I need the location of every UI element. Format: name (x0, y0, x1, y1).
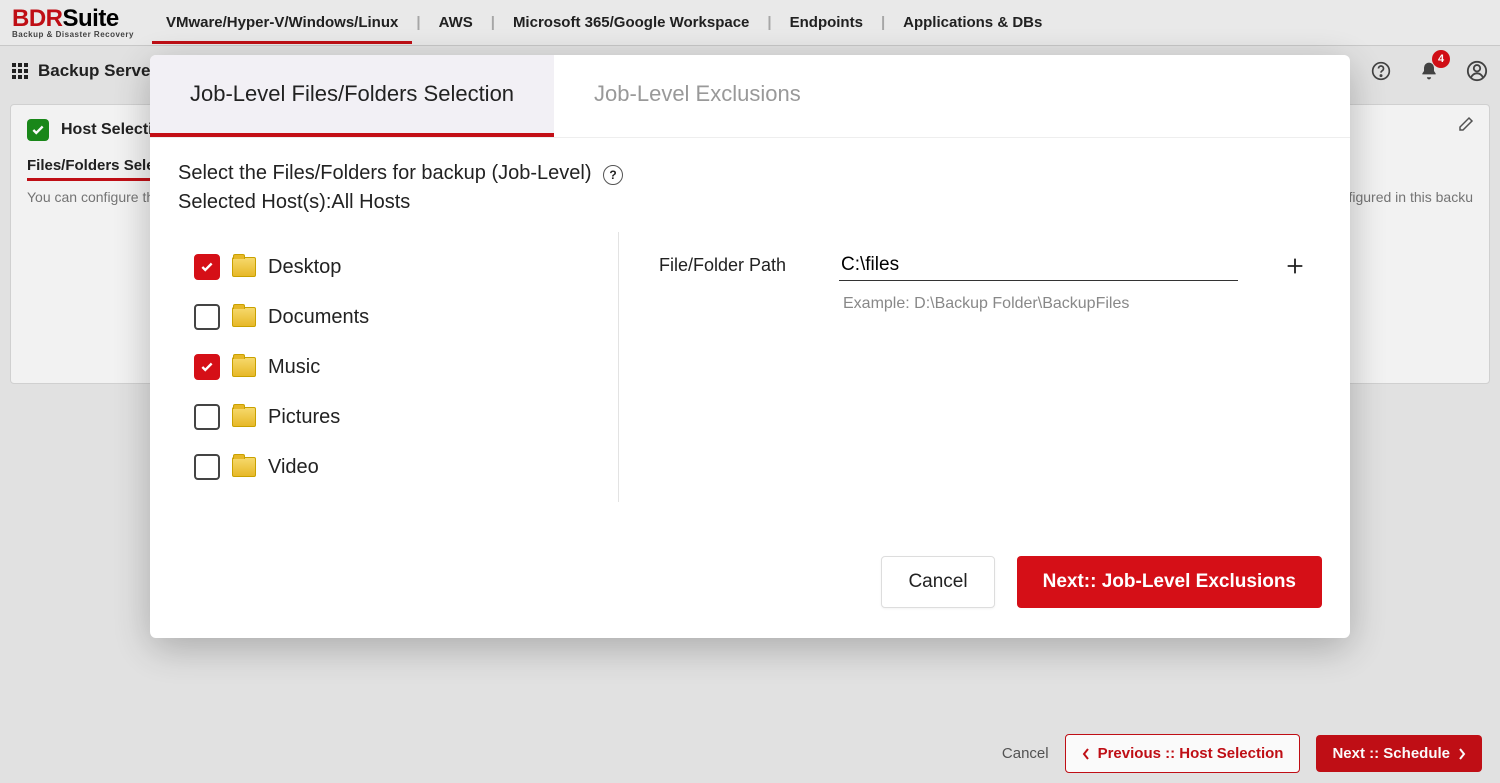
files-folders-modal: Job-Level Files/Folders Selection Job-Le… (150, 55, 1350, 638)
folder-item-pictures[interactable]: Pictures (178, 392, 618, 442)
folder-label: Desktop (268, 256, 341, 279)
checkbox-video[interactable] (194, 454, 220, 480)
selected-hosts-value: All Hosts (331, 191, 410, 213)
folder-icon (232, 257, 256, 277)
tab-selection[interactable]: Job-Level Files/Folders Selection (150, 55, 554, 137)
folder-icon (232, 357, 256, 377)
folder-label: Pictures (268, 406, 340, 429)
folder-label: Music (268, 356, 320, 379)
help-tooltip-icon[interactable]: ? (603, 165, 623, 185)
modal-heading-text: Select the Files/Folders for backup (Job… (178, 162, 592, 184)
modal-cancel-button[interactable]: Cancel (881, 556, 994, 608)
modal-footer: Cancel Next:: Job-Level Exclusions (150, 526, 1350, 638)
path-input[interactable] (839, 250, 1238, 281)
selected-hosts: Selected Host(s):All Hosts (178, 191, 1322, 214)
checkbox-documents[interactable] (194, 304, 220, 330)
checkbox-desktop[interactable] (194, 254, 220, 280)
modal-heading: Select the Files/Folders for backup (Job… (178, 162, 1322, 185)
folder-item-video[interactable]: Video (178, 442, 618, 492)
folder-item-music[interactable]: Music (178, 342, 618, 392)
tab-exclusions[interactable]: Job-Level Exclusions (554, 55, 841, 137)
folder-item-documents[interactable]: Documents (178, 292, 618, 342)
folder-icon (232, 407, 256, 427)
modal-next-button[interactable]: Next:: Job-Level Exclusions (1017, 556, 1322, 608)
path-example: Example: D:\Backup Folder\BackupFiles (843, 295, 1312, 313)
folder-list: Desktop Documents Music Pictures Video (178, 232, 619, 502)
selected-hosts-label: Selected Host(s): (178, 191, 331, 213)
modal-overlay: Job-Level Files/Folders Selection Job-Le… (0, 0, 1500, 783)
folder-item-desktop[interactable]: Desktop (178, 242, 618, 292)
modal-tabs: Job-Level Files/Folders Selection Job-Le… (150, 55, 1350, 138)
folder-label: Video (268, 456, 319, 479)
folder-label: Documents (268, 306, 369, 329)
add-path-button[interactable] (1278, 255, 1312, 277)
checkbox-pictures[interactable] (194, 404, 220, 430)
path-label: File/Folder Path (659, 255, 799, 276)
folder-icon (232, 307, 256, 327)
plus-icon (1284, 255, 1306, 277)
checkbox-music[interactable] (194, 354, 220, 380)
folder-icon (232, 457, 256, 477)
